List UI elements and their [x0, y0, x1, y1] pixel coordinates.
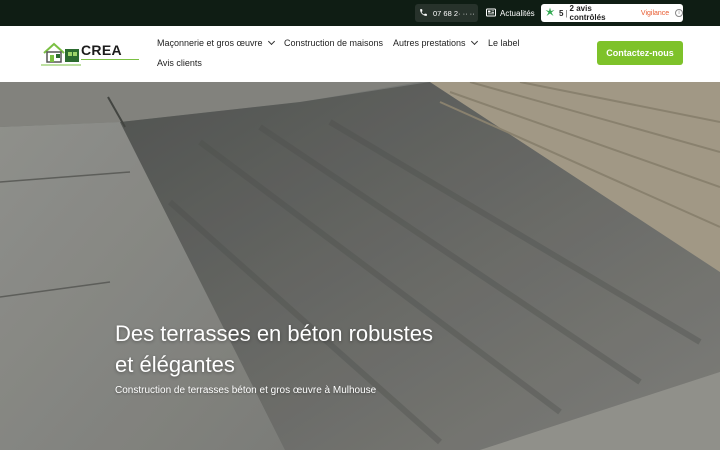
nav-item-label: Avis clients: [157, 58, 202, 68]
nav-item-avis-clients[interactable]: Avis clients: [157, 58, 202, 68]
reviews-badge[interactable]: 5 | 2 avis contrôlés Vigilance i: [541, 4, 683, 22]
nav-item-autres-prestations[interactable]: Autres prestations: [393, 37, 478, 48]
info-icon[interactable]: i: [675, 9, 683, 17]
nav-item-label: Le label: [488, 38, 520, 48]
top-bar: 07 68 2· ·· ·· Actualités 5 | 2 avis con…: [0, 0, 720, 26]
nav-item-label: Maçonnerie et gros œuvre: [157, 38, 263, 48]
hero-subtitle: Construction de terrasses béton et gros …: [115, 385, 377, 396]
review-count: 2 avis contrôlés: [569, 4, 606, 22]
site-logo[interactable]: CREA: [41, 40, 141, 68]
hero-title: Des terrasses en béton robustes et éléga…: [115, 318, 495, 380]
verified-reviews-logo-icon: [545, 7, 555, 19]
contact-button[interactable]: Contactez-nous: [597, 41, 683, 65]
phone-button[interactable]: 07 68 2· ·· ··: [415, 4, 478, 22]
logo-text: CREA: [81, 42, 122, 58]
site-header: CREA Maçonnerie et gros œuvre Constructi…: [0, 26, 720, 82]
news-link[interactable]: Actualités: [486, 4, 535, 22]
review-separator: |: [565, 8, 568, 18]
newspaper-icon: [486, 8, 496, 19]
vigilance-label: Vigilance: [640, 9, 670, 17]
logo-underline: [81, 59, 139, 65]
nav-item-label-page[interactable]: Le label: [488, 38, 520, 48]
nav-item-label: Autres prestations: [393, 38, 466, 48]
chevron-down-icon: [267, 37, 275, 46]
nav-item-construction[interactable]: Construction de maisons: [284, 38, 383, 48]
nav-item-maconnerie[interactable]: Maçonnerie et gros œuvre: [157, 37, 275, 48]
chevron-down-icon: [470, 37, 478, 46]
hero-title-line1: Des terrasses en béton robustes: [115, 321, 433, 346]
house-logo-icon: [41, 42, 81, 66]
hero-banner: Des terrasses en béton robustes et éléga…: [0, 82, 720, 450]
phone-icon: [419, 8, 428, 19]
news-label: Actualités: [500, 8, 535, 18]
phone-number: 07 68 2· ·· ··: [433, 8, 475, 18]
review-score: 5: [559, 8, 564, 18]
nav-item-label: Construction de maisons: [284, 38, 384, 48]
hero-title-line2: et élégantes: [115, 352, 235, 377]
